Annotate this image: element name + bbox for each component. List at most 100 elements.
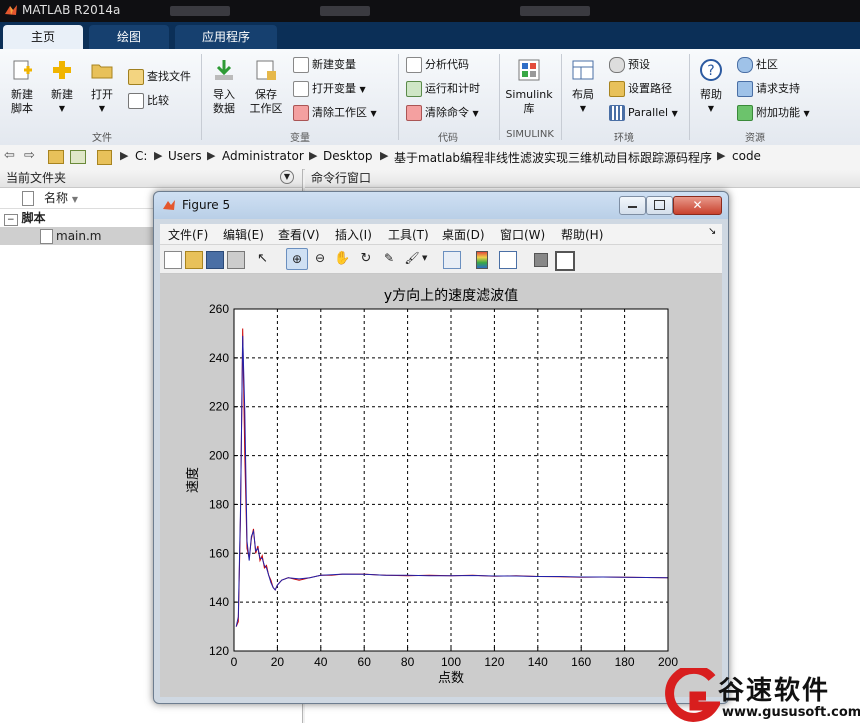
- simulink-library-button[interactable]: Simulink 库: [503, 58, 555, 116]
- help-button[interactable]: ? 帮助 ▼: [694, 58, 728, 116]
- menu-tools[interactable]: 工具(T): [388, 226, 429, 243]
- command-window-header: 命令行窗口: [305, 169, 860, 188]
- plot-svg: 0 20 40 60 80 100 120 140 160 180 200 120 140 160 180 2…: [185, 288, 678, 686]
- close-icon: ✕: [692, 198, 703, 212]
- new-script-button[interactable]: 新建 脚本: [4, 58, 40, 116]
- tab-home[interactable]: 主页: [3, 25, 83, 49]
- import-data-button[interactable]: 导入 数据: [205, 58, 243, 116]
- tab-apps[interactable]: 应用程序: [175, 25, 277, 49]
- pan-hand-icon[interactable]: ✋: [334, 251, 350, 267]
- clear-commands-button[interactable]: 清除命令 ▼: [406, 103, 479, 123]
- print-figure-icon[interactable]: [227, 251, 245, 269]
- clear-workspace-button[interactable]: 清除工作区 ▼: [293, 103, 377, 123]
- browse-folder-icon[interactable]: [70, 150, 86, 164]
- set-path-label: 设置路径: [628, 82, 672, 95]
- y-tick-label: 260: [209, 302, 229, 316]
- current-folder-header: 当前文件夹 ▼: [0, 169, 302, 188]
- maximize-button[interactable]: [646, 196, 673, 215]
- new-variable-button[interactable]: 新建变量: [293, 55, 356, 75]
- menu-desktop[interactable]: 桌面(D): [442, 226, 485, 243]
- new-figure-icon[interactable]: [164, 251, 182, 269]
- breadcrumb-item[interactable]: Desktop: [323, 149, 373, 163]
- x-axis-label: 点数: [438, 671, 464, 686]
- breadcrumb-item[interactable]: C:: [135, 149, 147, 163]
- new-variable-icon: [293, 57, 309, 73]
- brush-icon[interactable]: 🖌: [404, 251, 420, 267]
- add-ons-button[interactable]: 附加功能 ▼: [737, 103, 810, 123]
- breadcrumb-item[interactable]: Administrator: [222, 149, 304, 163]
- y-tick-label: 180: [209, 497, 229, 511]
- layout-label: 布局: [572, 88, 594, 101]
- path-separator-icon: ▶: [380, 149, 389, 162]
- group-label-simulink: SIMULINK: [506, 129, 554, 140]
- path-separator-icon: ▶: [207, 149, 216, 162]
- open-file-icon[interactable]: [185, 251, 203, 269]
- x-tick-label: 60: [358, 655, 372, 669]
- find-files-button[interactable]: 查找文件: [128, 67, 191, 87]
- show-plot-tools-icon[interactable]: [555, 251, 575, 271]
- data-cursor-icon[interactable]: ✎: [381, 251, 397, 267]
- layout-dropdown-arrow-icon: ▼: [579, 104, 587, 113]
- layout-button[interactable]: 布局 ▼: [565, 58, 601, 116]
- path-separator-icon: ▶: [717, 149, 726, 162]
- analyze-code-icon: [406, 57, 422, 73]
- open-variable-dropdown-icon: ▼: [359, 85, 366, 94]
- open-variable-label: 打开变量: [312, 82, 356, 95]
- link-plot-icon[interactable]: [443, 251, 461, 269]
- parallel-button[interactable]: Parallel ▼: [609, 103, 678, 123]
- close-button[interactable]: ✕: [673, 196, 722, 215]
- save-workspace-button[interactable]: 保存 工作区: [246, 58, 286, 116]
- x-tick-label: 200: [658, 655, 678, 669]
- open-dropdown-arrow-icon: ▼: [98, 104, 106, 113]
- hide-plot-tools-icon[interactable]: [534, 253, 548, 267]
- menu-file[interactable]: 文件(F): [168, 226, 208, 243]
- save-figure-icon[interactable]: [206, 251, 224, 269]
- new-button[interactable]: 新建 ▼: [44, 58, 80, 116]
- tab-plots[interactable]: 绘图: [89, 25, 169, 49]
- menu-help[interactable]: 帮助(H): [561, 226, 603, 243]
- back-arrow-icon[interactable]: ⇦: [4, 148, 15, 163]
- insert-legend-icon[interactable]: [499, 251, 517, 269]
- minimize-button[interactable]: [619, 196, 646, 215]
- rotate-3d-icon[interactable]: ↻: [358, 251, 374, 267]
- x-tick-label: 160: [571, 655, 591, 669]
- menu-view[interactable]: 查看(V): [278, 226, 320, 243]
- breadcrumb-item[interactable]: code: [732, 149, 761, 163]
- maximize-icon: [654, 200, 665, 210]
- open-button[interactable]: 打开 ▼: [84, 58, 120, 116]
- menu-insert[interactable]: 插入(I): [335, 226, 372, 243]
- clear-workspace-icon: [293, 105, 309, 121]
- minimize-icon: [628, 206, 637, 208]
- brush-dropdown-icon[interactable]: ▼: [422, 254, 427, 262]
- up-folder-icon[interactable]: [48, 150, 64, 164]
- open-folder-icon: [91, 64, 113, 79]
- help-label: 帮助: [700, 88, 722, 101]
- menu-window[interactable]: 窗口(W): [500, 226, 545, 243]
- request-support-button[interactable]: 请求支持: [737, 79, 800, 99]
- run-and-time-button[interactable]: 运行和计时: [406, 79, 480, 99]
- watermark: 谷速软件 www.gususoft.com: [660, 668, 860, 723]
- breadcrumb-item[interactable]: 基于matlab编程非线性滤波实现三维机动目标跟踪源码程序: [394, 149, 712, 166]
- zoom-out-icon[interactable]: ⊖: [312, 251, 328, 267]
- gear-icon: [609, 57, 625, 73]
- y-tick-label: 240: [209, 351, 229, 365]
- set-path-button[interactable]: 设置路径: [609, 79, 672, 99]
- community-button[interactable]: 社区: [737, 55, 778, 75]
- compare-button[interactable]: 比较: [128, 91, 169, 111]
- breadcrumb-item[interactable]: Users: [168, 149, 202, 163]
- blurred-titlebar-item: [170, 6, 230, 16]
- open-variable-button[interactable]: 打开变量 ▼: [293, 79, 366, 99]
- dock-figure-icon[interactable]: ↘: [708, 226, 716, 237]
- menu-edit[interactable]: 编辑(E): [223, 226, 264, 243]
- command-window-title: 命令行窗口: [311, 171, 372, 185]
- analyze-code-button[interactable]: 分析代码: [406, 55, 469, 75]
- group-separator: [201, 54, 202, 140]
- preferences-button[interactable]: 预设: [609, 55, 650, 75]
- collapse-icon[interactable]: −: [4, 214, 18, 226]
- insert-colorbar-icon[interactable]: [476, 251, 488, 269]
- forward-arrow-icon[interactable]: ⇨: [24, 148, 35, 163]
- edit-plot-arrow-icon[interactable]: ↖: [257, 251, 273, 267]
- zoom-in-icon[interactable]: ⊕: [286, 248, 308, 270]
- panel-actions-icon[interactable]: ▼: [280, 170, 294, 184]
- current-folder-address-bar: ⇦ ⇨ ▶ C: ▶ Users ▶ Administrator ▶ Deskt…: [0, 145, 860, 170]
